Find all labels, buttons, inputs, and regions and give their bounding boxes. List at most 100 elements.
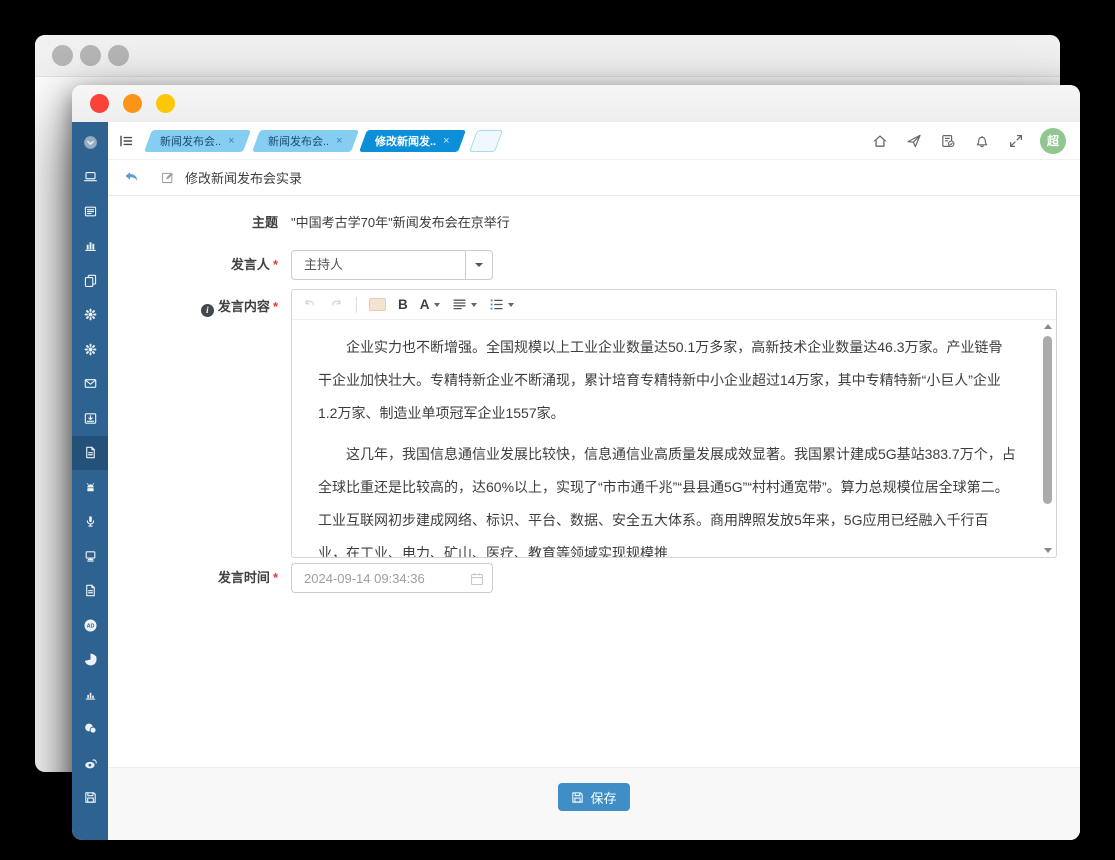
microphone-icon bbox=[83, 514, 98, 529]
time-input[interactable]: 2024-09-14 09:34:36 bbox=[291, 563, 493, 593]
editor-content[interactable]: 企业实力也不断增强。全国规模以上工业企业数量达50.1万多家，高新技术企业数量达… bbox=[292, 320, 1056, 557]
sidebar-item-news[interactable] bbox=[72, 194, 108, 229]
time-value: 2024-09-14 09:34:36 bbox=[304, 571, 425, 586]
tasks-icon[interactable] bbox=[940, 133, 956, 149]
undo-icon[interactable] bbox=[302, 297, 317, 312]
sidebar-item-voice[interactable] bbox=[72, 505, 108, 540]
workstation-icon bbox=[83, 549, 98, 564]
file-text-icon bbox=[83, 583, 98, 598]
mini-bars-icon bbox=[83, 687, 98, 702]
editor-toolbar: BA bbox=[292, 290, 1056, 320]
copy-icon bbox=[83, 273, 98, 288]
sidebar-item-copy[interactable] bbox=[72, 263, 108, 298]
tab-3[interactable]: 修改新闻发..× bbox=[359, 130, 466, 152]
editor-scrollbar[interactable] bbox=[1042, 324, 1054, 553]
scroll-up-icon[interactable] bbox=[1044, 324, 1052, 329]
chevron-down-icon bbox=[508, 303, 514, 307]
toolbar-separator bbox=[356, 297, 357, 313]
image-icon[interactable] bbox=[369, 298, 386, 311]
app-body: AD 新闻发布会..×新闻发布会..×修改新闻发..× 超 bbox=[72, 122, 1080, 840]
page-title: 修改新闻发布会实录 bbox=[185, 168, 302, 187]
redo-icon[interactable] bbox=[329, 297, 344, 312]
window-titlebar bbox=[72, 85, 1080, 122]
sidebar-item-analytics[interactable] bbox=[72, 229, 108, 264]
home-icon[interactable] bbox=[872, 133, 888, 149]
tab-close-icon[interactable]: × bbox=[228, 135, 234, 147]
required-mark: * bbox=[273, 570, 278, 585]
time-label: 发言时间* bbox=[108, 563, 291, 593]
tab-label: 新闻发布会.. bbox=[160, 133, 221, 149]
tab-1[interactable]: 新闻发布会.. × bbox=[144, 130, 251, 152]
sidebar-item-archive[interactable] bbox=[72, 781, 108, 816]
send-icon[interactable] bbox=[906, 133, 922, 149]
pie-chart-icon bbox=[83, 652, 98, 667]
info-icon: i bbox=[201, 304, 214, 317]
bold-button[interactable]: B bbox=[398, 297, 408, 312]
tab-close-icon[interactable]: × bbox=[443, 135, 449, 147]
calendar-icon[interactable] bbox=[470, 572, 484, 586]
sidebar-item-ads[interactable]: AD bbox=[72, 608, 108, 643]
close-window-button[interactable] bbox=[90, 94, 109, 113]
main-area: 新闻发布会..×新闻发布会..×修改新闻发..× 超 修改新闻发布会实录 bbox=[108, 122, 1080, 840]
align-icon[interactable] bbox=[452, 297, 477, 312]
content-row: i发言内容* BA 企业实力也不断增强。全国规模以上工业企业数量达50.1万多家… bbox=[108, 289, 1080, 558]
sidebar-item-settings-a[interactable] bbox=[72, 298, 108, 333]
gear-icon bbox=[83, 342, 98, 357]
required-mark: * bbox=[273, 299, 278, 314]
sidebar-item-workstation[interactable] bbox=[72, 539, 108, 574]
save-button-label: 保存 bbox=[590, 788, 616, 807]
scrollbar-thumb[interactable] bbox=[1043, 336, 1052, 504]
required-mark: * bbox=[273, 257, 278, 272]
tabs-bar: 新闻发布会..×新闻发布会..×修改新闻发..× 超 bbox=[108, 122, 1080, 160]
bar-chart-icon bbox=[83, 238, 98, 253]
speaker-select-caret[interactable] bbox=[465, 251, 492, 279]
tab-label: 新闻发布会.. bbox=[268, 133, 329, 149]
scroll-down-icon[interactable] bbox=[1044, 548, 1052, 553]
app-window: AD 新闻发布会..×新闻发布会..×修改新闻发..× 超 bbox=[72, 85, 1080, 840]
sidebar-toggle-icon[interactable] bbox=[118, 133, 134, 149]
tab-close-icon[interactable]: × bbox=[336, 135, 342, 147]
bold-label: B bbox=[398, 297, 408, 312]
rich-text-editor: BA 企业实力也不断增强。全国规模以上工业企业数量达50.1万多家，高新技术企业… bbox=[291, 289, 1057, 558]
sidebar-item-android[interactable] bbox=[72, 470, 108, 505]
save-button[interactable]: 保存 bbox=[558, 783, 629, 811]
sidebar-item-mail[interactable] bbox=[72, 367, 108, 402]
svg-text:AD: AD bbox=[86, 623, 94, 629]
topbar-icons bbox=[872, 133, 1024, 149]
breadcrumb: 修改新闻发布会实录 bbox=[108, 160, 1080, 196]
sidebar-item-document[interactable] bbox=[72, 574, 108, 609]
sidebar-item-inbox[interactable] bbox=[72, 401, 108, 436]
sidebar-item-press-record[interactable] bbox=[72, 436, 108, 471]
desktop-background: AD 新闻发布会..×新闻发布会..×修改新闻发..× 超 bbox=[0, 0, 1115, 860]
sidebar-item-wechat[interactable] bbox=[72, 712, 108, 747]
speaker-select[interactable]: 主持人 bbox=[291, 250, 493, 280]
sidebar-item-weibo[interactable] bbox=[72, 746, 108, 781]
envelope-icon bbox=[83, 376, 98, 391]
font-color-button[interactable]: A bbox=[420, 297, 440, 312]
chevron-down-icon bbox=[471, 303, 477, 307]
newspaper-icon bbox=[83, 204, 98, 219]
image-icon bbox=[369, 298, 386, 311]
sidebar-item-pie[interactable] bbox=[72, 643, 108, 678]
tab-2[interactable]: 新闻发布会.. × bbox=[252, 130, 359, 152]
sidebar-item-stats[interactable] bbox=[72, 677, 108, 712]
avatar[interactable]: 超 bbox=[1040, 128, 1066, 154]
footer-bar: 保存 bbox=[108, 767, 1080, 840]
edit-icon bbox=[160, 170, 175, 185]
sidebar-item-desktop[interactable] bbox=[72, 160, 108, 195]
back-button[interactable] bbox=[123, 169, 140, 186]
notifications-icon[interactable] bbox=[974, 133, 990, 149]
gear-icon bbox=[83, 307, 98, 322]
ordered-list-icon[interactable] bbox=[489, 297, 514, 312]
editor-paragraph: 这几年，我国信息通信业发展比较快，信息通信业高质量发展成效显著。我国累计建成5G… bbox=[318, 438, 1016, 557]
floppy-icon bbox=[83, 790, 98, 805]
chevron-down-icon bbox=[434, 303, 440, 307]
weibo-icon bbox=[83, 756, 98, 771]
fullscreen-icon[interactable] bbox=[1008, 133, 1024, 149]
minimize-window-button[interactable] bbox=[123, 94, 142, 113]
sidebar-item-settings-b[interactable] bbox=[72, 332, 108, 367]
sidebar-item-collapse[interactable] bbox=[72, 125, 108, 160]
speaker-select-value: 主持人 bbox=[292, 251, 465, 279]
speaker-label: 发言人* bbox=[108, 250, 291, 280]
zoom-window-button[interactable] bbox=[156, 94, 175, 113]
